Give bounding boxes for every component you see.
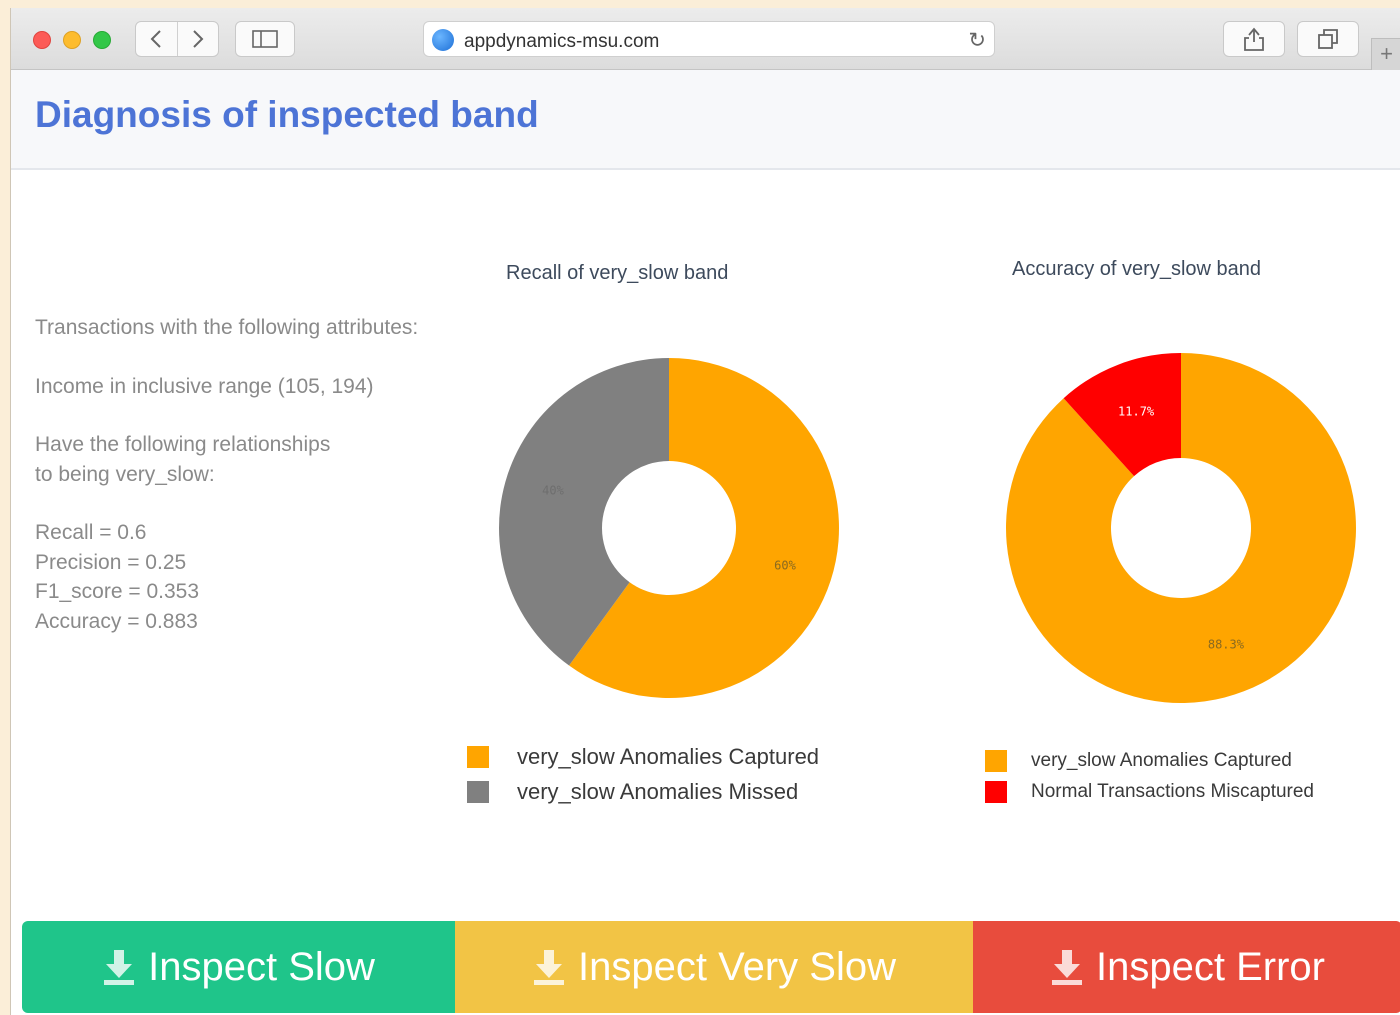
legend-label: very_slow Anomalies Missed [517, 778, 799, 804]
minimize-window-button[interactable] [63, 31, 81, 49]
inspect-actions: Inspect Slow Inspect Very Slow Inspect E… [22, 921, 1400, 1013]
legend-item[interactable]: very_slow Anomalies Captured [985, 745, 1314, 776]
forward-button[interactable] [176, 22, 218, 56]
close-window-button[interactable] [33, 31, 51, 49]
zoom-window-button[interactable] [93, 31, 111, 49]
download-icon [104, 950, 135, 985]
sidebar-toggle-button[interactable] [235, 21, 295, 57]
legend-item[interactable]: very_slow Anomalies Captured [467, 739, 819, 774]
recall-donut-chart: 60% 40% [499, 358, 839, 698]
accuracy-chart-legend: very_slow Anomalies Captured Normal Trans… [985, 745, 1314, 807]
globe-icon [432, 29, 454, 51]
navigation-buttons [135, 21, 219, 57]
slice-label-2: 40% [542, 483, 564, 497]
slice-label-2: 11.7% [1118, 404, 1155, 418]
legend-swatch [467, 780, 489, 803]
page-header: Diagnosis of inspected band [11, 70, 1400, 170]
legend-swatch [985, 749, 1007, 772]
page-title: Diagnosis of inspected band [35, 94, 539, 135]
legend-swatch [985, 780, 1007, 803]
summary-intro: Transactions with the following attribut… [35, 316, 419, 339]
legend-label: very_slow Anomalies Captured [1031, 749, 1292, 771]
inspect-slow-label: Inspect Slow [148, 944, 375, 989]
accuracy-chart-title: Accuracy of very_slow band [1012, 258, 1262, 280]
summary-relationship-line2: to being very_slow: [35, 462, 215, 486]
browser-window: appdynamics-msu.com ↻ + Diagnosis of ins… [10, 8, 1400, 1015]
download-icon [534, 950, 565, 985]
chevron-right-icon [193, 30, 204, 48]
browser-toolbar: appdynamics-msu.com ↻ + [11, 8, 1400, 70]
back-button[interactable] [136, 22, 177, 56]
tabs-overview-button[interactable] [1297, 21, 1359, 57]
summary-range: Income in inclusive range (105, 194) [35, 374, 374, 398]
summary-text: Transactions with the following attribut… [35, 313, 418, 636]
inspect-error-button[interactable]: Inspect Error [973, 921, 1400, 1013]
recall-chart-title: Recall of very_slow band [506, 262, 729, 284]
chevron-left-icon [151, 30, 162, 48]
summary-relationship-line1: Have the following relationships [35, 433, 331, 456]
download-icon [1052, 950, 1083, 985]
recall-chart-legend: very_slow Anomalies Captured very_slow An… [467, 739, 819, 809]
sidebar-icon [252, 30, 278, 48]
metric-f1: F1_score = 0.353 [35, 580, 200, 603]
inspect-very-slow-button[interactable]: Inspect Very Slow [455, 921, 973, 1013]
slice-label-1: 60% [774, 559, 796, 573]
slice-label-1: 88.3% [1208, 638, 1245, 652]
address-bar[interactable]: appdynamics-msu.com ↻ [423, 21, 995, 57]
metric-precision: Precision = 0.25 [35, 550, 187, 574]
inspect-error-label: Inspect Error [1096, 944, 1325, 989]
tabs-icon [1318, 29, 1338, 49]
metric-recall: Recall = 0.6 [35, 521, 147, 544]
metric-accuracy: Accuracy = 0.883 [35, 609, 198, 633]
legend-swatch [467, 745, 489, 768]
inspect-very-slow-label: Inspect Very Slow [578, 944, 896, 989]
reload-icon[interactable]: ↻ [968, 28, 986, 53]
new-tab-button[interactable]: + [1371, 38, 1400, 70]
accuracy-donut-chart: 88.3% 11.7% [1006, 353, 1356, 703]
share-button[interactable] [1223, 21, 1285, 57]
url-text: appdynamics-msu.com [464, 31, 660, 52]
legend-label: Normal Transactions Miscaptured [1031, 780, 1314, 802]
legend-label: very_slow Anomalies Captured [517, 743, 820, 769]
legend-item[interactable]: Normal Transactions Miscaptured [985, 776, 1314, 807]
inspect-slow-button[interactable]: Inspect Slow [22, 921, 455, 1013]
legend-item[interactable]: very_slow Anomalies Missed [467, 774, 819, 809]
share-icon [1244, 27, 1264, 51]
